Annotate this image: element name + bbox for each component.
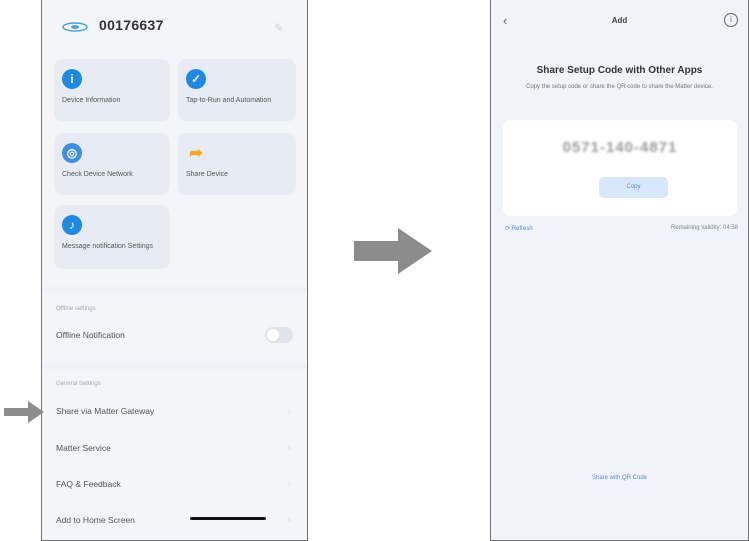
share-via-matter-gateway-row[interactable]: Share via Matter Gateway › — [42, 393, 307, 429]
setup-code: 0571-140-4871 — [562, 139, 678, 156]
device-settings-screen: 00176637 ✎ · i Device Information ✓ Tap-… — [41, 0, 308, 541]
home-indicator — [190, 517, 266, 520]
tile-device-information[interactable]: i Device Information — [54, 59, 170, 121]
section-divider — [42, 287, 307, 293]
page-title: Add — [611, 16, 628, 25]
faq-feedback-row[interactable]: FAQ & Feedback › — [42, 466, 307, 502]
matter-service-row[interactable]: Matter Service › — [42, 430, 307, 466]
share-qr-code-link[interactable]: Share with QR Code — [491, 475, 748, 481]
tile-check-device-network[interactable]: ◎ Check Device Network — [54, 133, 170, 195]
section-divider — [42, 363, 307, 369]
copy-button[interactable]: Copy — [599, 177, 668, 198]
chevron-right-icon: › — [287, 478, 291, 490]
chevron-right-icon: › — [287, 405, 291, 417]
chevron-right-icon: › — [287, 442, 291, 454]
row-label: Share via Matter Gateway — [56, 406, 155, 416]
more-icon[interactable]: · — [294, 21, 298, 35]
refresh-icon: ⟳ — [505, 226, 512, 232]
bell-icon: ♪ — [62, 215, 82, 235]
row-label: Offline Notification — [56, 330, 125, 340]
tile-label: Tap-to-Run and Automation — [186, 97, 272, 104]
checkmark-icon: ✓ — [186, 69, 206, 89]
chevron-right-icon: › — [287, 514, 291, 526]
setup-code-card: 0571-140-4871 Copy — [503, 120, 737, 216]
add-to-home-screen-row[interactable]: Add to Home Screen › — [42, 502, 307, 538]
general-section-label: General Settings — [56, 381, 101, 387]
network-icon: ◎ — [62, 143, 82, 163]
tile-label: Message notification Settings — [62, 243, 154, 250]
share-setup-code-screen: ‹ Add i Share Setup Code with Other Apps… — [490, 0, 749, 541]
device-icon — [62, 22, 88, 32]
info-icon: i — [62, 69, 82, 89]
remaining-validity: Remaining validity: 04:58 — [670, 225, 738, 231]
row-label: Add to Home Screen — [56, 515, 135, 525]
offline-notification-row: Offline Notification — [42, 317, 307, 353]
refresh-link[interactable]: ⟳ Refresh — [505, 225, 533, 232]
share-heading: Share Setup Code with Other Apps — [536, 65, 703, 76]
share-icon: ➦ — [189, 145, 203, 162]
row-label: Matter Service — [56, 443, 111, 453]
info-icon[interactable]: i — [724, 13, 738, 27]
row-label: FAQ & Feedback — [56, 479, 121, 489]
refresh-label: Refresh — [511, 226, 533, 232]
tile-share-device[interactable]: ➦ Share Device — [178, 133, 296, 195]
tile-label: Device Information — [62, 97, 121, 104]
tile-label: Check Device Network — [62, 171, 133, 178]
device-header: 00176637 ✎ · — [42, 0, 307, 51]
offline-notification-toggle[interactable] — [265, 327, 293, 343]
transition-arrow-icon — [354, 228, 432, 274]
tile-label: Share Device — [186, 171, 229, 178]
tile-tap-to-run[interactable]: ✓ Tap-to-Run and Automation — [178, 59, 296, 121]
offline-section-label: Offline settings — [56, 306, 96, 312]
pointer-arrow-icon — [4, 401, 44, 423]
device-id-title: 00176637 — [99, 17, 164, 33]
tile-message-notification[interactable]: ♪ Message notification Settings — [54, 205, 170, 269]
share-subtext: Copy the setup code or share the QR code… — [526, 84, 713, 90]
edit-icon[interactable]: ✎ — [274, 21, 284, 35]
